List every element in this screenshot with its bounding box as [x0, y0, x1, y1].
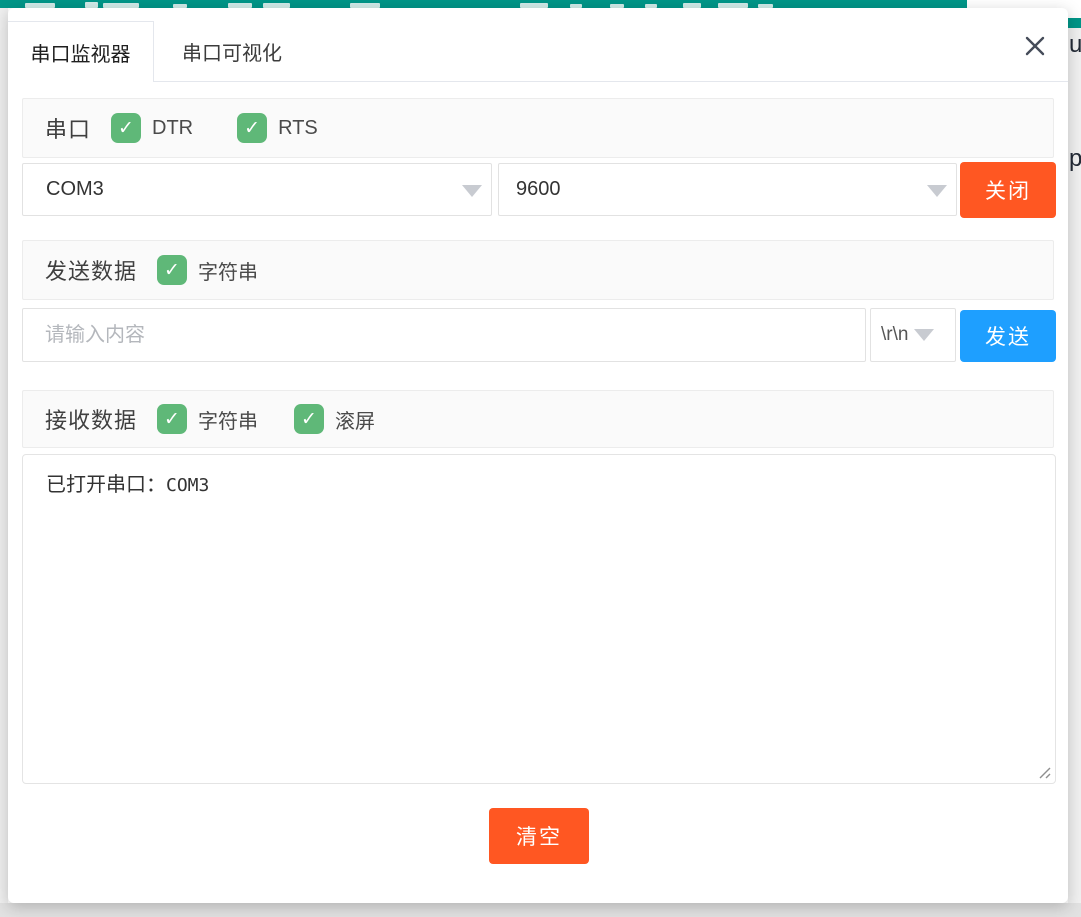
- tab-serial-monitor[interactable]: 串口监视器: [8, 21, 154, 82]
- tab-serial-visualization[interactable]: 串口可视化: [154, 21, 310, 82]
- send-section-title: 发送数据: [45, 254, 137, 286]
- tab-bar-divider: [154, 81, 1068, 82]
- port-select[interactable]: COM3: [22, 163, 492, 216]
- background-text-fragment: u: [1069, 31, 1081, 59]
- send-string-checkbox-label: 字符串: [198, 256, 258, 285]
- tab-label: 串口可视化: [182, 37, 282, 66]
- line-ending-value: \r\n: [881, 324, 908, 346]
- rts-checkbox[interactable]: ✓: [237, 113, 267, 143]
- send-string-checkbox[interactable]: ✓: [157, 255, 187, 285]
- background-left-edge: [0, 8, 8, 903]
- dtr-checkbox[interactable]: ✓: [111, 113, 141, 143]
- send-input[interactable]: [23, 309, 865, 361]
- scroll-checkbox[interactable]: ✓: [294, 404, 324, 434]
- serial-section-header: 串口 ✓ DTR ✓ RTS: [22, 98, 1054, 158]
- receive-output-prefix: 已打开串口：: [46, 474, 166, 496]
- serial-monitor-dialog: 串口监视器 串口可视化 串口 ✓ DTR ✓ RTS COM3: [8, 8, 1068, 903]
- scroll-checkbox-label: 滚屏: [335, 405, 375, 434]
- baud-select[interactable]: 9600: [498, 163, 957, 216]
- receive-section-header: 接收数据 ✓ 字符串 ✓ 滚屏: [22, 390, 1054, 448]
- serial-section-title: 串口: [45, 112, 91, 144]
- rts-checkbox-label: RTS: [278, 117, 318, 140]
- chevron-down-icon: [462, 185, 482, 197]
- check-icon: ✓: [244, 117, 260, 140]
- background-bottom-strip: [0, 903, 1081, 917]
- receive-string-checkbox[interactable]: ✓: [157, 404, 187, 434]
- send-section-header: 发送数据 ✓ 字符串: [22, 240, 1054, 300]
- tab-label: 串口监视器: [31, 38, 131, 67]
- background-text-fragment: p: [1069, 145, 1081, 173]
- chevron-down-icon: [914, 329, 934, 341]
- background-right-edge: u p: [1068, 28, 1081, 903]
- receive-string-checkbox-label: 字符串: [198, 405, 258, 434]
- clear-button[interactable]: 清空: [489, 808, 589, 864]
- resize-handle-icon[interactable]: [1037, 765, 1052, 780]
- background-toolbar: [0, 0, 967, 8]
- line-ending-select[interactable]: \r\n: [870, 308, 956, 362]
- send-input-wrapper: [22, 308, 866, 362]
- port-select-value: COM3: [46, 178, 104, 201]
- check-icon: ✓: [301, 408, 317, 431]
- close-icon: [1024, 35, 1046, 57]
- close-port-button[interactable]: 关闭: [960, 162, 1056, 218]
- check-icon: ✓: [118, 117, 134, 140]
- receive-output[interactable]: 已打开串口：COM3: [22, 454, 1056, 784]
- receive-output-value: COM3: [166, 475, 209, 496]
- dtr-checkbox-label: DTR: [152, 117, 193, 140]
- baud-select-value: 9600: [516, 178, 561, 201]
- dialog-close-button[interactable]: [1016, 28, 1054, 64]
- check-icon: ✓: [164, 259, 180, 282]
- send-button[interactable]: 发送: [960, 310, 1056, 362]
- background-teal-patch: [1068, 18, 1081, 28]
- screen: u p 串口监视器 串口可视化 串口 ✓ DTR ✓: [0, 0, 1081, 917]
- chevron-down-icon: [927, 185, 947, 197]
- receive-section-title: 接收数据: [45, 403, 137, 435]
- check-icon: ✓: [164, 408, 180, 431]
- receive-output-line: 已打开串口：COM3: [46, 468, 1055, 497]
